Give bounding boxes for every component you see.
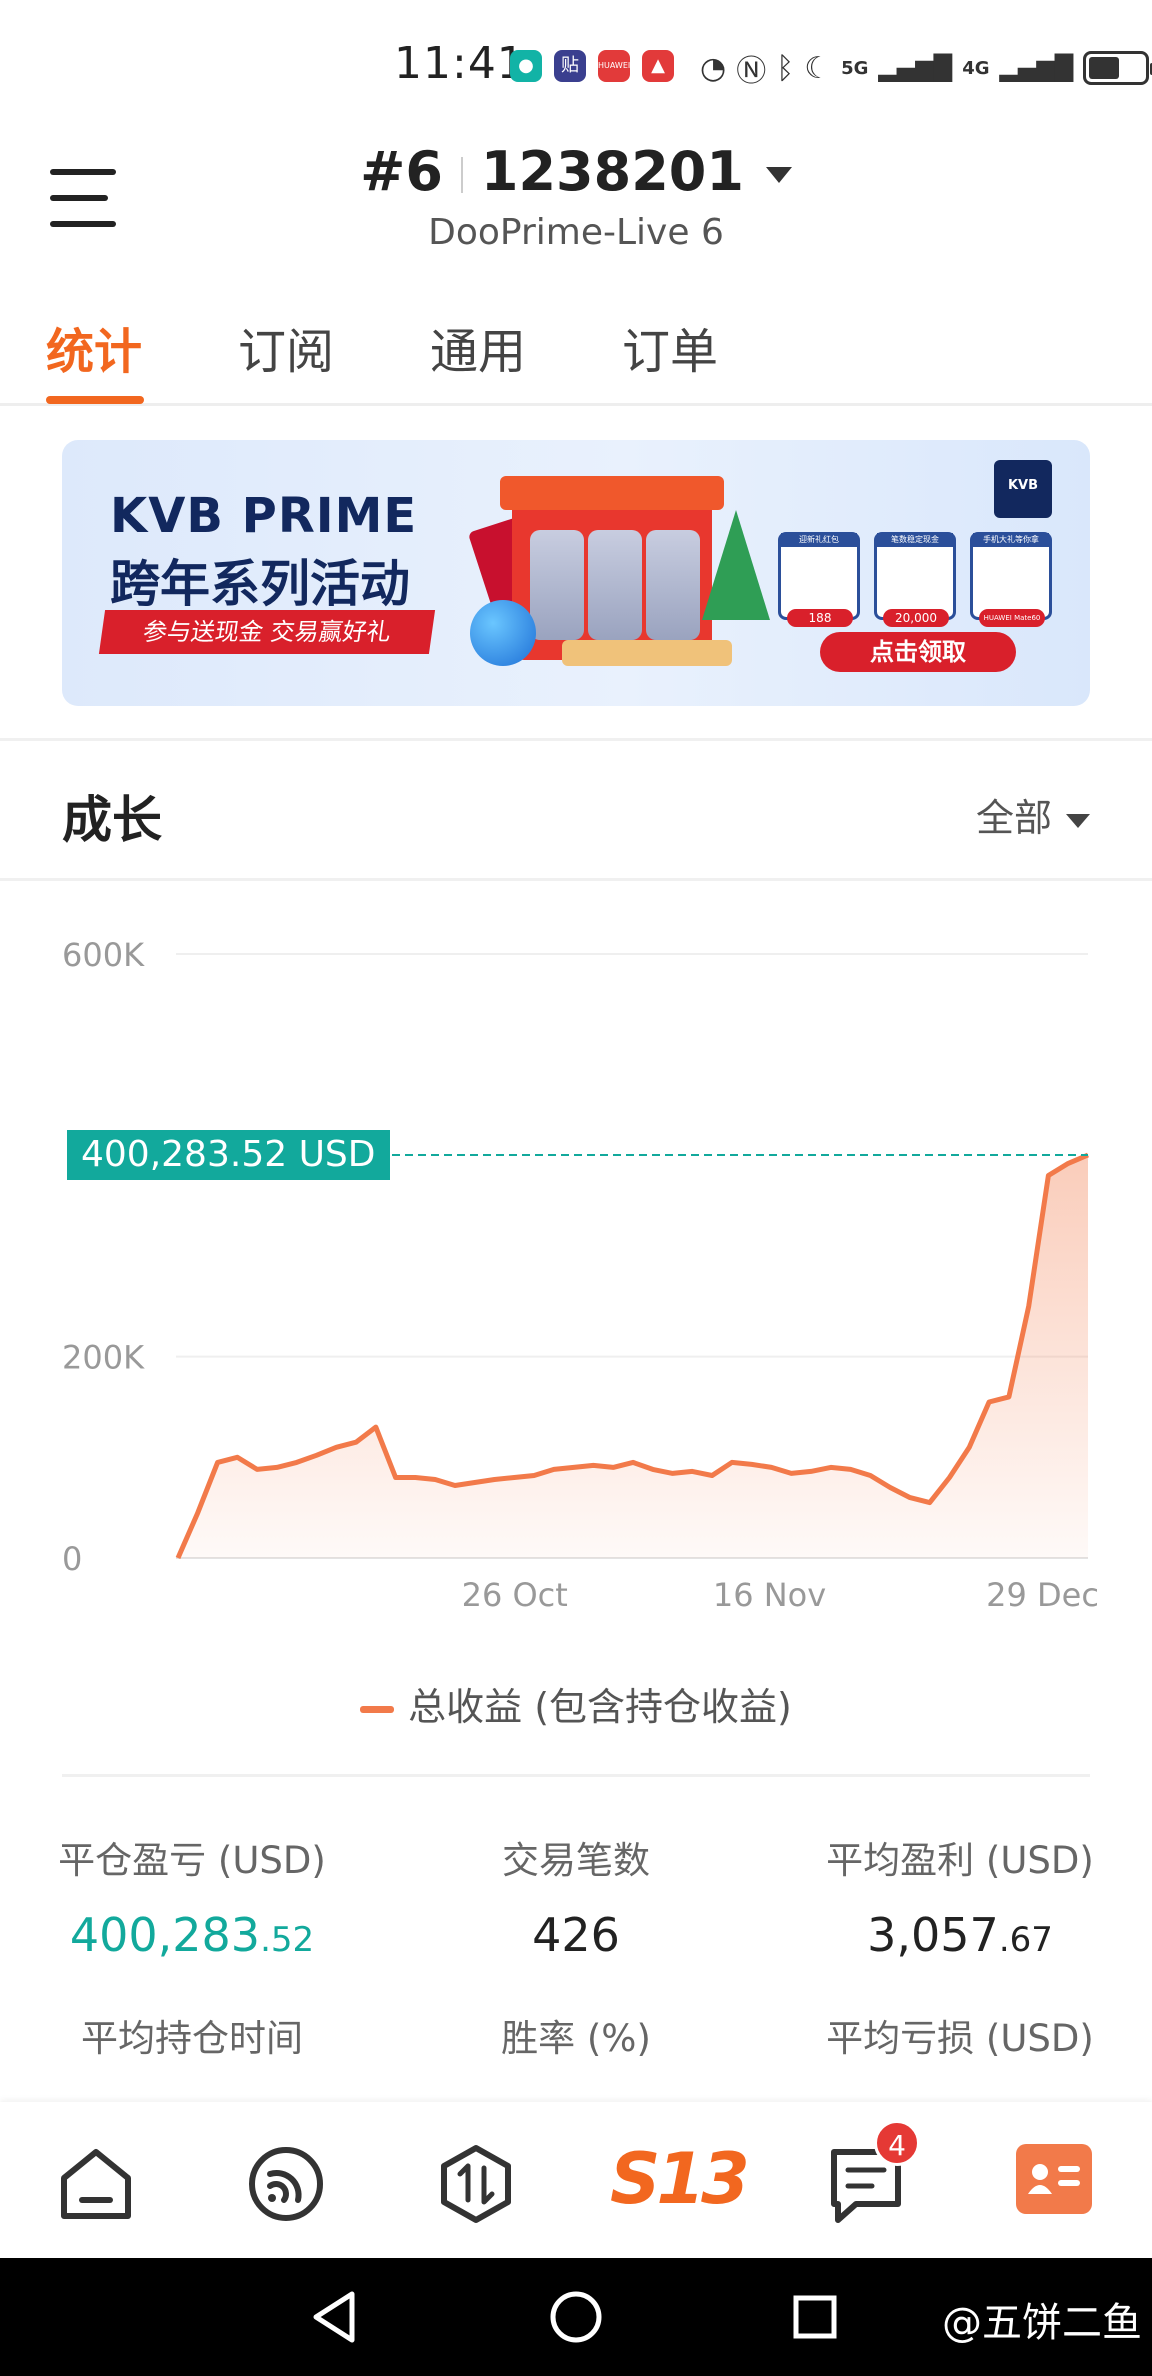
- account-number: #6: [360, 140, 443, 203]
- nav-signals[interactable]: [246, 2144, 326, 2224]
- huawei-app-icon: HUAWEI: [598, 50, 630, 82]
- y-tick-label: 0: [62, 1540, 82, 1578]
- x-tick-label: 29 Dec: [986, 1576, 1099, 1614]
- chart-legend[interactable]: 总收益 (包含持仓收益): [0, 1676, 1152, 1731]
- legend-label: 总收益 (包含持仓收益): [408, 1685, 792, 1729]
- tab-statistics[interactable]: 统计: [46, 312, 142, 382]
- tieba-app-icon: 贴: [554, 50, 586, 82]
- x-tick-label: 16 Nov: [713, 1576, 826, 1614]
- alert-app-icon: ▲: [642, 50, 674, 82]
- status-indicators: ◔ Ⓝ ᛒ ☾ 5G ▂▄▆█ 4G ▂▄▆█: [700, 46, 1152, 90]
- prize-card: 手机大礼等你拿 HUAWEI Mate60: [970, 532, 1052, 627]
- signal-bars-icon: ▂▄▆█: [999, 54, 1074, 82]
- bottom-navigation: S13 4: [0, 2102, 1152, 2258]
- nav-home[interactable]: [56, 2144, 136, 2224]
- stat-avg-loss: 平均亏损 (USD): [826, 2017, 1094, 2060]
- account-id: 1238201: [480, 140, 744, 203]
- y-tick-label: 200K: [62, 1339, 145, 1377]
- home-circle-icon[interactable]: [550, 2291, 602, 2343]
- divider: [0, 738, 1152, 741]
- stat-avg-profit: 平均盈利 (USD) 3,057.67: [826, 1839, 1094, 1962]
- banner-subheadline: 跨年系列活动: [110, 555, 410, 613]
- signal-4g: 4G: [962, 57, 990, 79]
- nav-profile[interactable]: [1016, 2144, 1092, 2214]
- signal-5g: 5G: [841, 57, 869, 79]
- moon-icon: ☾: [804, 50, 832, 86]
- nfc-icon: Ⓝ: [736, 54, 767, 89]
- back-icon[interactable]: [313, 2291, 355, 2343]
- tab-subscription[interactable]: 订阅: [238, 312, 334, 382]
- banner-headline: KVB PRIME: [110, 488, 418, 544]
- growth-title: 成长: [62, 791, 162, 849]
- tab-bar: 统计 订阅 通用 订单: [0, 300, 1152, 406]
- claim-button[interactable]: 点击领取: [820, 632, 1016, 672]
- home-icon: [61, 2149, 131, 2219]
- stat-avg-hold-time: 平均持仓时间: [81, 2017, 303, 2060]
- stat-trade-count: 交易笔数 426: [502, 1839, 650, 1962]
- recents-icon[interactable]: [793, 2295, 837, 2339]
- stat-win-rate: 胜率 (%): [501, 2017, 651, 2060]
- stat-closed-pnl: 平仓盈亏 (USD) 400,283.52: [58, 1839, 326, 1962]
- signal-bars-icon: ▂▄▆█: [878, 54, 953, 82]
- trade-icon: [441, 2145, 511, 2223]
- watermark: @五饼二鱼: [942, 2300, 1142, 2346]
- dropdown-caret-icon: [1066, 813, 1090, 828]
- active-tab-indicator: [46, 396, 144, 404]
- tab-orders[interactable]: 订单: [622, 312, 718, 382]
- status-bar: 11:41 ● 贴 HUAWEI ▲ ◔ Ⓝ ᛒ ☾ 5G ▂▄▆█ 4G ▂▄…: [0, 0, 1152, 130]
- account-server: DooPrime-Live 6: [428, 212, 724, 253]
- promo-banner[interactable]: KVB PRIME 跨年系列活动 参与送现金 交易赢好礼 KVB 迎新礼红包 1…: [62, 440, 1090, 706]
- tab-general[interactable]: 通用: [430, 312, 526, 382]
- x-tick-label: 26 Oct: [462, 1576, 568, 1614]
- gold-coins-icon: [562, 640, 732, 666]
- profile-card-icon: [1028, 2164, 1080, 2194]
- dropdown-caret-icon: [765, 167, 792, 184]
- nav-trade[interactable]: [436, 2144, 516, 2224]
- status-time: 11:41: [394, 38, 526, 89]
- status-app-icons: ● 贴 HUAWEI ▲: [510, 50, 674, 82]
- battery-icon: [1083, 51, 1152, 85]
- range-dropdown[interactable]: 全部: [976, 787, 1090, 842]
- message-count-badge: 4: [874, 2120, 920, 2166]
- christmas-tree-icon: [702, 510, 770, 620]
- shield-app-icon: ●: [510, 50, 542, 82]
- account-selector[interactable]: #6 1238201: [0, 140, 1152, 203]
- y-tick-label: 600K: [62, 936, 145, 974]
- prize-card: 迎新礼红包 188: [778, 532, 860, 627]
- bluetooth-icon: ᛒ: [776, 50, 795, 86]
- broadcast-icon: [249, 2147, 323, 2221]
- gift-box-icon: [500, 476, 724, 660]
- range-label: 全部: [975, 796, 1052, 840]
- nav-messages[interactable]: 4: [826, 2120, 920, 2224]
- globe-icon: [470, 600, 536, 666]
- kvb-logo: KVB: [994, 460, 1052, 518]
- banner-ribbon: 参与送现金 交易赢好礼: [98, 610, 436, 654]
- divider: [0, 878, 1152, 881]
- s13-brand-button[interactable]: S13: [610, 2138, 750, 2220]
- growth-chart[interactable]: 600K 200K 0 26 Oct 16 Nov 29 Dec: [0, 900, 1152, 1640]
- legend-swatch: [360, 1706, 395, 1713]
- prize-card: 笔数稳定现金 20,000: [874, 532, 956, 627]
- current-value-tag: 400,283.52 USD: [67, 1130, 390, 1181]
- speed-icon: ◔: [700, 50, 727, 86]
- divider: [62, 1774, 1090, 1777]
